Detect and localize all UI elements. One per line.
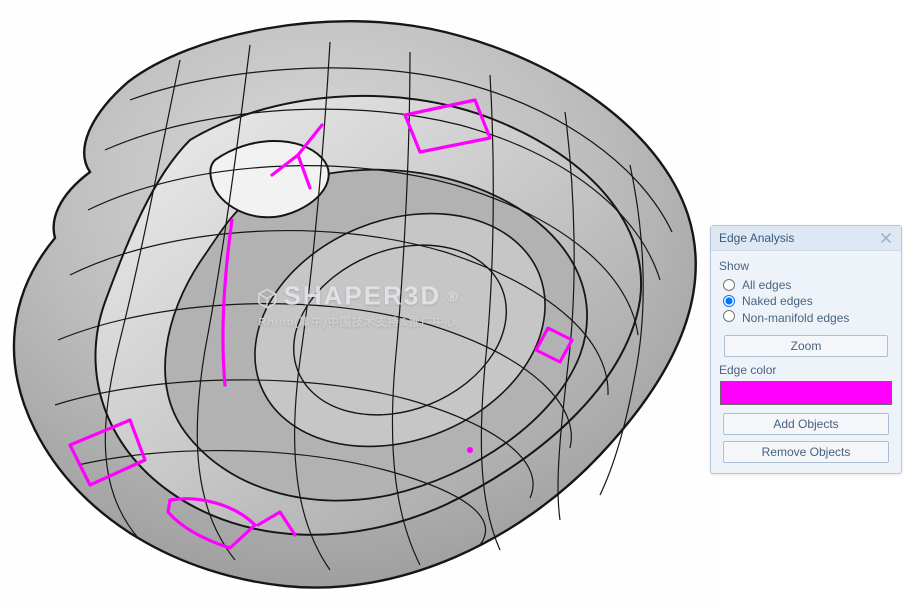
edge-color-swatch[interactable] [720, 381, 892, 405]
model-render [0, 0, 715, 610]
viewport-3d[interactable]: SHAPER3D® Rhino(犀牛)中国技术支持&推广中心 [0, 0, 715, 610]
show-label: Show [719, 259, 893, 273]
radio-naked-edges-label: Naked edges [742, 294, 813, 308]
radio-all-edges-input[interactable] [723, 279, 735, 291]
radio-naked-edges-input[interactable] [723, 295, 735, 307]
edge-analysis-panel: Edge Analysis Show All edges Naked edges… [710, 225, 902, 474]
add-objects-button[interactable]: Add Objects [723, 413, 889, 435]
remove-objects-button[interactable]: Remove Objects [723, 441, 889, 463]
radio-nonmanifold-edges[interactable]: Non-manifold edges [719, 309, 893, 327]
panel-header[interactable]: Edge Analysis [711, 226, 901, 251]
edge-color-label: Edge color [719, 363, 893, 377]
radio-all-edges[interactable]: All edges [719, 277, 893, 293]
radio-all-edges-label: All edges [742, 278, 791, 292]
panel-title: Edge Analysis [719, 231, 794, 245]
radio-nonmanifold-edges-label: Non-manifold edges [742, 310, 849, 326]
close-icon[interactable] [879, 231, 893, 245]
radio-nonmanifold-edges-input[interactable] [723, 310, 735, 322]
radio-naked-edges[interactable]: Naked edges [719, 293, 893, 309]
zoom-button[interactable]: Zoom [724, 335, 888, 357]
